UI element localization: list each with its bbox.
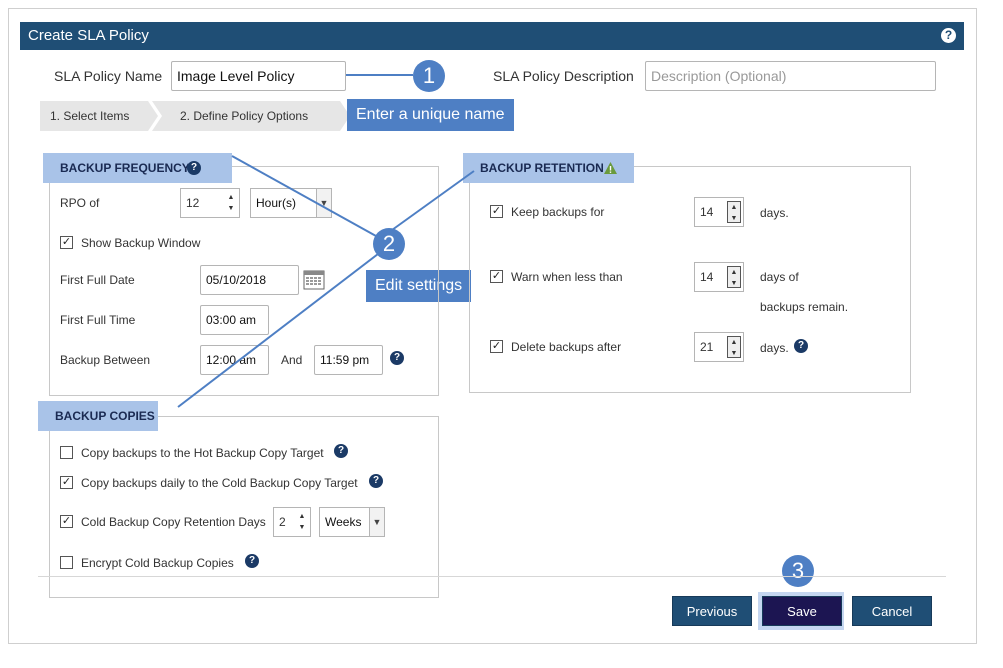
keep-backups-unit: days. [760,206,789,220]
rpo-value: 12 [186,196,200,210]
backup-copies-title: BACKUP COPIES [38,401,158,431]
backup-between-end-input[interactable]: 11:59 pm [314,345,383,375]
rpo-unit-value: Hour(s) [256,196,297,210]
callout-enter-unique-name: Enter a unique name [347,99,514,131]
first-full-time-input[interactable]: 03:00 am [200,305,269,335]
warn-checkbox[interactable]: ✓ [490,270,503,283]
warn-stepper[interactable]: 14 ▲ ▼ [694,262,744,292]
retention-days-value: 2 [279,515,286,529]
chevron-down-icon[interactable]: ▼ [316,189,331,217]
warn-unit-line1: days of [760,270,799,284]
callout-number-three: 3 [782,555,814,587]
retention-days-stepper[interactable]: 2 ▲ ▼ [273,507,311,537]
delete-backups-checkbox[interactable]: ✓ [490,340,503,353]
backup-between-label: Backup Between [60,353,151,367]
keep-stepper-arrows-icon[interactable]: ▲ ▼ [727,201,741,223]
dialog-title: Create SLA Policy [28,27,149,44]
keep-backups-checkbox[interactable]: ✓ [490,205,503,218]
delete-backups-value: 21 [700,340,714,354]
keep-backups-label: Keep backups for [511,205,605,219]
first-full-date-input[interactable]: 05/10/2018 [200,265,299,295]
cold-copy-checkbox[interactable]: ✓ [60,476,73,489]
save-button[interactable]: Save [762,596,842,626]
chevron-down-icon[interactable]: ▼ [369,508,384,536]
retention-days-checkbox[interactable]: ✓ [60,515,73,528]
backup-retention-title-text: BACKUP RETENTION [480,161,604,175]
hot-copy-checkbox[interactable] [60,446,73,459]
retention-unit-value: Weeks [325,515,362,529]
warn-label: Warn when less than [511,270,623,284]
backup-frequency-title: BACKUP FREQUENCY [43,153,232,183]
first-full-time-label: First Full Time [60,313,136,327]
policy-description-label: SLA Policy Description [493,68,634,84]
keep-backups-value: 14 [700,205,714,219]
cancel-button[interactable]: Cancel [852,596,932,626]
step-select-items[interactable]: 1. Select Items [40,101,158,131]
delete-backups-help-icon[interactable]: ? [794,339,808,353]
warn-stepper-arrows-icon[interactable]: ▲ ▼ [727,266,741,288]
rpo-stepper[interactable]: 12 ▲ ▼ [180,188,240,218]
show-backup-window-checkbox[interactable]: ✓ [60,236,73,249]
calendar-icon[interactable] [303,268,325,290]
cold-copy-help-icon[interactable]: ? [369,474,383,488]
dialog-titlebar: Create SLA Policy ? [20,22,964,50]
keep-backups-stepper[interactable]: 14 ▲ ▼ [694,197,744,227]
policy-description-input[interactable]: Description (Optional) [645,61,936,91]
and-label: And [281,353,303,367]
encrypt-help-icon[interactable]: ? [245,554,259,568]
delete-stepper-arrows-icon[interactable]: ▲ ▼ [727,336,741,358]
policy-name-input[interactable]: Image Level Policy [171,61,346,91]
backup-between-start-input[interactable]: 12:00 am [200,345,269,375]
first-full-date-label: First Full Date [60,273,135,287]
callout-number-one: 1 [413,60,445,92]
retention-unit-select[interactable]: Weeks ▼ [319,507,385,537]
hot-copy-label: Copy backups to the Hot Backup Copy Targ… [81,446,324,460]
hot-copy-help-icon[interactable]: ? [334,444,348,458]
rpo-stepper-arrows-icon[interactable]: ▲ ▼ [226,192,236,214]
rpo-unit-select[interactable]: Hour(s) ▼ [250,188,332,218]
backup-between-help-icon[interactable]: ? [390,351,404,365]
backup-copies-title-text: BACKUP COPIES [55,409,155,423]
help-icon[interactable]: ? [941,28,956,43]
step-define-policy-options[interactable]: 2. Define Policy Options [152,101,350,131]
backup-frequency-help-icon[interactable]: ? [187,161,201,175]
previous-button[interactable]: Previous [672,596,752,626]
delete-backups-unit: days. [760,341,789,355]
warn-value: 14 [700,270,714,284]
retention-stepper-arrows-icon[interactable]: ▲ ▼ [297,511,307,533]
delete-backups-label: Delete backups after [511,340,622,354]
encrypt-checkbox[interactable] [60,556,73,569]
retention-days-label: Cold Backup Copy Retention Days [81,515,266,529]
warning-icon [604,162,617,174]
warn-unit-line2: backups remain. [760,300,849,314]
policy-name-label: SLA Policy Name [54,68,163,84]
cold-copy-label: Copy backups daily to the Cold Backup Co… [81,476,358,490]
delete-backups-stepper[interactable]: 21 ▲ ▼ [694,332,744,362]
encrypt-label: Encrypt Cold Backup Copies [81,556,234,570]
show-backup-window-label: Show Backup Window [81,236,201,250]
backup-frequency-title-text: BACKUP FREQUENCY [60,161,190,175]
rpo-label: RPO of [60,196,100,210]
footer-divider [38,576,946,577]
